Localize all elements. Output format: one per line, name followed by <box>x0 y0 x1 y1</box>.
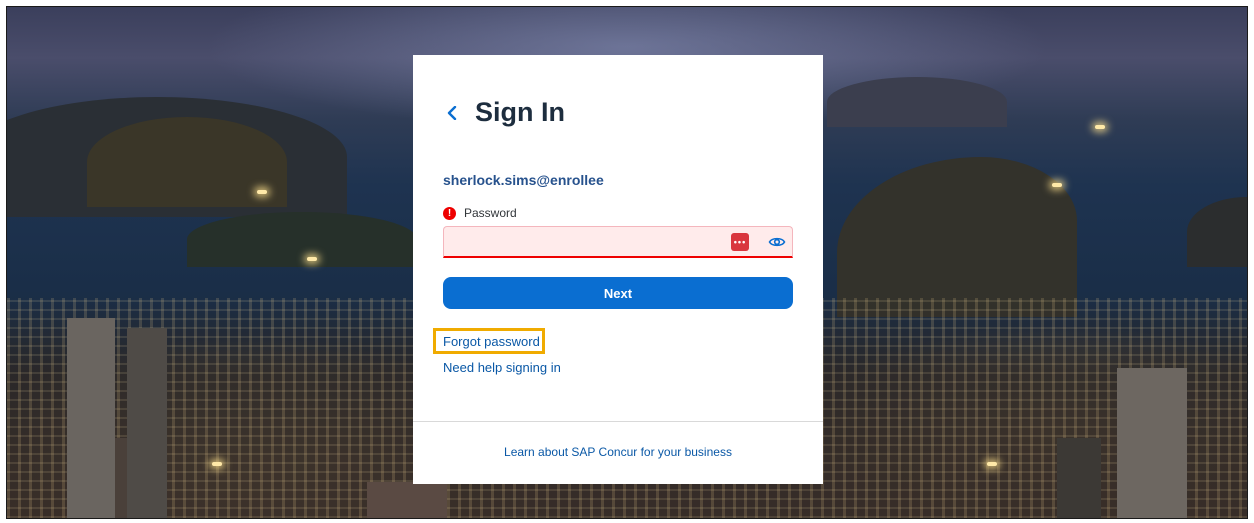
need-help-link[interactable]: Need help signing in <box>443 360 561 375</box>
shore-light <box>987 462 997 466</box>
hill-right <box>1187 197 1247 267</box>
building <box>367 482 447 518</box>
password-label: Password <box>464 206 517 220</box>
password-field[interactable]: ••• <box>443 226 793 258</box>
eye-icon[interactable] <box>768 234 786 250</box>
password-label-row: ! Password <box>443 206 517 220</box>
boat-light <box>1095 125 1105 129</box>
sign-in-card: Sign In sherlock.sims@enrollee ! Passwor… <box>413 55 823 484</box>
island-left <box>187 212 417 267</box>
building <box>127 328 167 518</box>
title-row: Sign In <box>441 97 565 128</box>
username-display: sherlock.sims@enrollee <box>443 172 604 188</box>
mountain-far-right <box>827 77 1007 127</box>
next-button[interactable]: Next <box>443 277 793 309</box>
exclamation-circle-icon: ! <box>443 206 456 220</box>
divider <box>413 421 823 422</box>
boat-light <box>1052 183 1062 187</box>
building <box>67 318 115 518</box>
shore-light <box>257 190 267 194</box>
chevron-left-icon[interactable] <box>441 102 463 124</box>
sugarloaf-mountain <box>837 157 1077 317</box>
learn-about-sap-concur-link[interactable]: Learn about SAP Concur for your business <box>413 445 823 459</box>
screenshot-frame: Sign In sherlock.sims@enrollee ! Passwor… <box>6 6 1248 519</box>
building <box>1117 368 1187 518</box>
password-manager-icon[interactable]: ••• <box>731 233 749 251</box>
building <box>1057 438 1101 518</box>
page-title: Sign In <box>475 97 565 127</box>
forgot-password-link[interactable]: Forgot password <box>443 334 540 349</box>
shore-light <box>212 462 222 466</box>
shore-light <box>307 257 317 261</box>
password-input[interactable] <box>444 227 734 256</box>
